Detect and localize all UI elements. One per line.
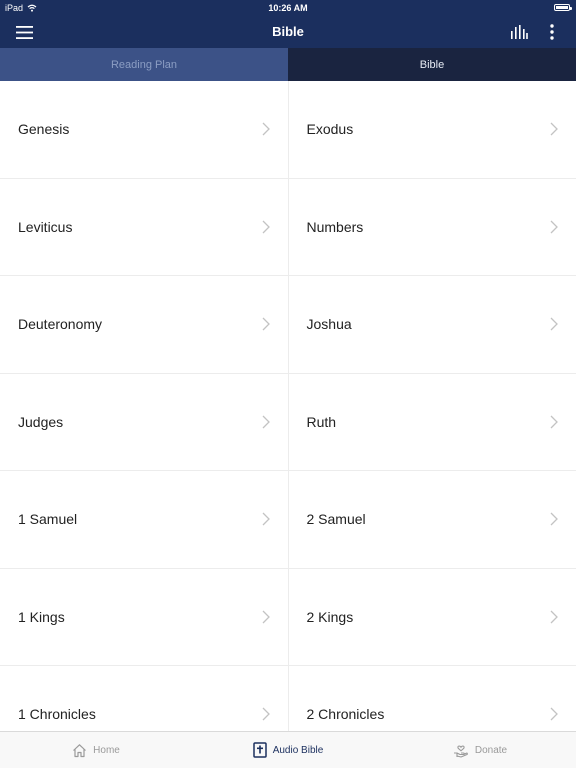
- book-name: Numbers: [306, 218, 364, 235]
- book-cell[interactable]: Exodus: [289, 81, 576, 178]
- chevron-right-icon: [262, 220, 270, 234]
- tab-home[interactable]: Home: [0, 732, 192, 768]
- home-icon: [73, 743, 87, 757]
- book-name: 1 Kings: [18, 608, 65, 625]
- book-row: 1 Kings 2 Kings: [0, 568, 576, 666]
- nav-bar: Bible: [0, 16, 576, 48]
- status-time: 10:26 AM: [268, 3, 308, 13]
- donate-hand-icon: [453, 745, 468, 758]
- book-cell[interactable]: 2 Chronicles: [289, 666, 576, 731]
- chevron-right-icon: [550, 415, 558, 429]
- chevron-right-icon: [262, 415, 270, 429]
- bottom-tab-bar: Home Audio Bible Donate: [0, 731, 576, 768]
- book-cell[interactable]: Genesis: [0, 81, 289, 178]
- chevron-right-icon: [550, 512, 558, 526]
- book-name: Ruth: [306, 413, 337, 430]
- tab-donate[interactable]: Donate: [384, 732, 576, 768]
- tab-bible[interactable]: Bible: [288, 48, 576, 81]
- tab-label: Audio Bible: [272, 744, 324, 756]
- book-cell[interactable]: 1 Chronicles: [0, 666, 289, 731]
- tab-label: Donate: [474, 744, 508, 756]
- page-title: Bible: [272, 24, 304, 39]
- book-cell[interactable]: 1 Kings: [0, 568, 289, 665]
- chevron-right-icon: [262, 610, 270, 624]
- book-cell[interactable]: Leviticus: [0, 178, 289, 275]
- book-cell[interactable]: Numbers: [289, 179, 576, 276]
- book-row: Deuteronomy Joshua: [0, 276, 576, 374]
- bible-icon: [252, 742, 267, 758]
- book-name: 1 Chronicles: [18, 706, 96, 723]
- tab-audio-bible[interactable]: Audio Bible: [192, 732, 384, 768]
- book-cell[interactable]: Deuteronomy: [0, 276, 289, 373]
- tab-reading-plan[interactable]: Reading Plan: [0, 48, 288, 81]
- book-name: Genesis: [18, 121, 70, 138]
- book-cell[interactable]: 1 Samuel: [0, 471, 289, 568]
- book-cell[interactable]: Ruth: [289, 374, 576, 471]
- segment-tabs: Reading Plan Bible: [0, 48, 576, 81]
- more-options-button[interactable]: [540, 20, 564, 44]
- chevron-right-icon: [262, 707, 270, 721]
- book-cell[interactable]: 2 Samuel: [289, 471, 576, 568]
- book-name: 2 Kings: [306, 608, 354, 625]
- chevron-right-icon: [262, 512, 270, 526]
- more-vertical-icon: [550, 24, 554, 40]
- book-name: 1 Samuel: [18, 511, 78, 528]
- book-row: Judges Ruth: [0, 373, 576, 471]
- chevron-right-icon: [550, 610, 558, 624]
- status-bar: iPad 10:26 AM: [0, 0, 576, 16]
- book-name: Exodus: [306, 121, 354, 138]
- audio-levels-icon: [511, 25, 528, 39]
- book-name: Leviticus: [18, 218, 73, 235]
- chevron-right-icon: [550, 317, 558, 331]
- book-cell[interactable]: 2 Kings: [289, 569, 576, 666]
- book-name: Judges: [18, 413, 64, 430]
- chevron-right-icon: [550, 707, 558, 721]
- book-name: Deuteronomy: [18, 316, 103, 333]
- book-row: 1 Samuel 2 Samuel: [0, 471, 576, 569]
- book-grid: Genesis Exodus Leviticus Numbers Deutero…: [0, 81, 576, 731]
- chevron-right-icon: [550, 220, 558, 234]
- audio-levels-button[interactable]: [507, 20, 531, 44]
- book-row: Genesis Exodus: [0, 81, 576, 179]
- book-cell[interactable]: Judges: [0, 373, 289, 470]
- chevron-right-icon: [262, 317, 270, 331]
- book-row: 1 Chronicles 2 Chronicles: [0, 666, 576, 731]
- book-name: 2 Chronicles: [306, 706, 385, 723]
- tab-label: Home: [93, 744, 120, 756]
- book-cell[interactable]: Joshua: [289, 276, 576, 373]
- chevron-right-icon: [550, 122, 558, 136]
- battery-icon: [554, 4, 572, 11]
- chevron-right-icon: [262, 122, 270, 136]
- book-row: Leviticus Numbers: [0, 178, 576, 276]
- book-name: Joshua: [306, 316, 352, 333]
- book-name: 2 Samuel: [306, 511, 366, 528]
